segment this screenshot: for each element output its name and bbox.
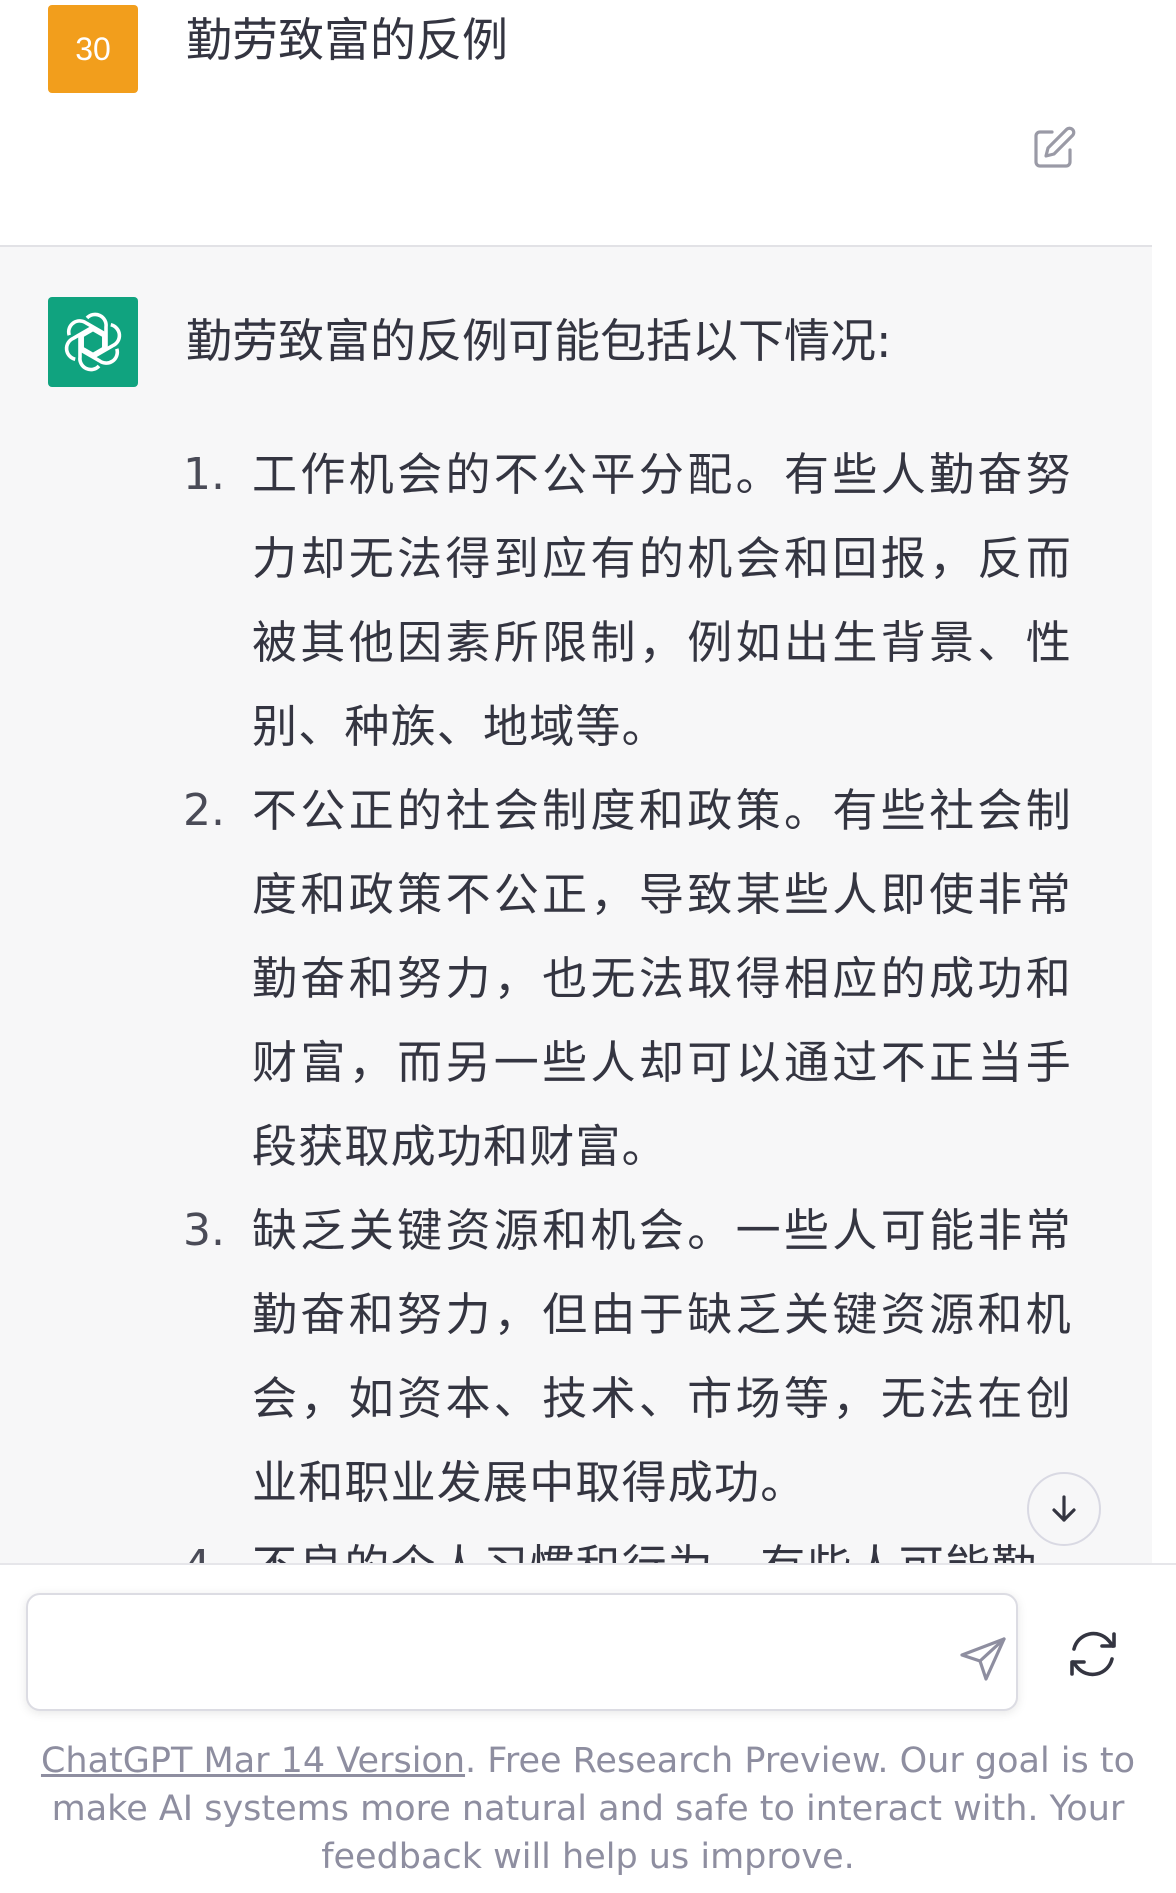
list-item-number: 2. — [183, 785, 225, 836]
version-link[interactable]: ChatGPT Mar 14 Version — [41, 1741, 465, 1781]
footer-disclaimer: ChatGPT Mar 14 Version. Free Research Pr… — [40, 1737, 1136, 1881]
list-item: 1. 工作机会的不公平分配。有些人勤奋努力却无法得到应有的机会和回报，反而被其他… — [0, 433, 1152, 769]
user-avatar: 30 — [48, 5, 138, 93]
send-button[interactable] — [958, 1633, 1010, 1685]
scroll-gutter — [1152, 245, 1176, 1565]
list-item-text: 缺乏关键资源和机会。一些人可能非常勤奋和努力，但由于缺乏关键资源和机会，如资本、… — [252, 1204, 1072, 1509]
composer-area: ChatGPT Mar 14 Version. Free Research Pr… — [0, 1563, 1176, 1893]
user-message: 30 勤劳致富的反例 — [0, 0, 1152, 245]
edit-icon — [1034, 126, 1076, 168]
list-item: 4. 不良的个人习惯和行为。有些人可能勤 — [0, 1525, 1152, 1567]
list-item-text: 不良的个人习惯和行为。有些人可能勤 — [252, 1540, 1038, 1567]
list-item-number: 1. — [183, 449, 225, 500]
send-icon — [960, 1637, 1006, 1681]
edit-message-button[interactable] — [1030, 124, 1078, 172]
openai-logo-icon — [64, 312, 122, 372]
list-item-number: 4. — [183, 1541, 225, 1567]
user-message-text: 勤劳致富的反例 — [186, 13, 508, 67]
assistant-avatar — [48, 297, 138, 387]
message-input-box[interactable] — [26, 1593, 1018, 1711]
answer-list: 1. 工作机会的不公平分配。有些人勤奋努力却无法得到应有的机会和回报，反而被其他… — [0, 433, 1152, 1567]
list-item-number: 3. — [183, 1205, 225, 1256]
list-item-text: 工作机会的不公平分配。有些人勤奋努力却无法得到应有的机会和回报，反而被其他因素所… — [252, 448, 1072, 753]
answer-intro: 勤劳致富的反例可能包括以下情况: — [186, 314, 892, 368]
assistant-message: 勤劳致富的反例可能包括以下情况: 1. 工作机会的不公平分配。有些人勤奋努力却无… — [0, 245, 1152, 1567]
regenerate-icon — [1070, 1631, 1116, 1677]
list-item: 3. 缺乏关键资源和机会。一些人可能非常勤奋和努力，但由于缺乏关键资源和机会，如… — [0, 1189, 1152, 1525]
list-item: 2. 不公正的社会制度和政策。有些社会制度和政策不公正，导致某些人即使非常勤奋和… — [0, 769, 1152, 1189]
message-input[interactable] — [48, 1615, 932, 1695]
regenerate-button[interactable] — [1064, 1625, 1122, 1683]
scroll-to-bottom-button[interactable] — [1027, 1472, 1101, 1546]
list-item-text: 不公正的社会制度和政策。有些社会制度和政策不公正，导致某些人即使非常勤奋和努力，… — [252, 784, 1072, 1173]
arrow-down-icon — [1052, 1495, 1076, 1522]
